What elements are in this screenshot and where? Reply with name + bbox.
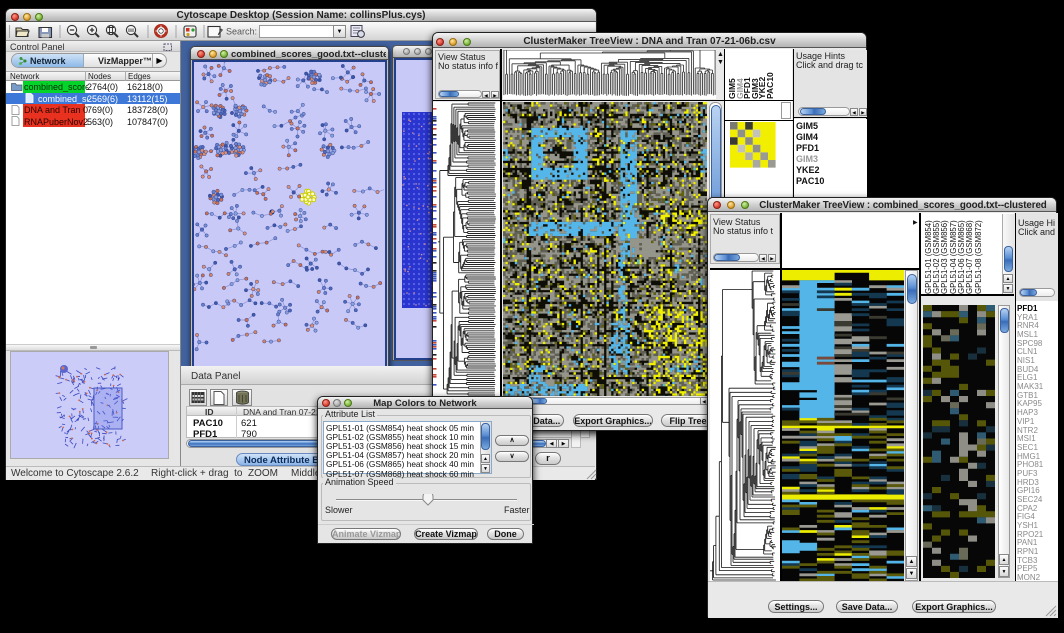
- svg-text:Search:: Search:: [226, 27, 257, 37]
